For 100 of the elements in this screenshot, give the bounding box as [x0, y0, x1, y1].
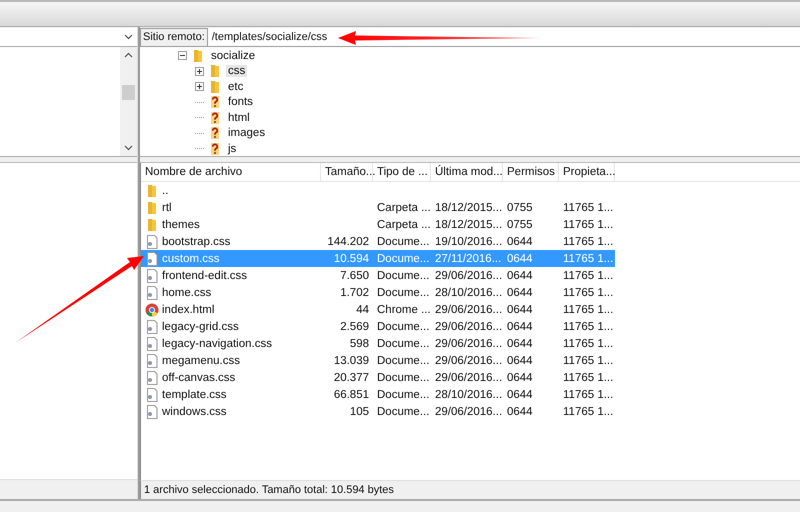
- tree-item[interactable]: html: [226, 112, 252, 124]
- file-icon: [145, 286, 159, 300]
- table-cell: 29/06/2016...: [435, 320, 502, 332]
- table-cell: 0755: [507, 202, 533, 214]
- file-name[interactable]: rtl: [162, 202, 172, 214]
- table-cell: 28/10/2016...: [435, 388, 502, 400]
- file-icon: [145, 370, 159, 384]
- table-cell: Docume...: [377, 338, 430, 350]
- table-cell: 0644: [507, 406, 533, 418]
- column-header[interactable]: Nombre de archivo: [141, 163, 321, 181]
- table-cell: 29/06/2016...: [435, 372, 502, 384]
- table-cell: 11765 1...: [563, 202, 614, 214]
- scrollbar-thumb[interactable]: [122, 85, 135, 100]
- expand-icon[interactable]: [195, 82, 204, 92]
- file-icon: [145, 404, 159, 418]
- file-name[interactable]: themes: [162, 218, 200, 230]
- table-cell: 11765 1...: [563, 406, 614, 418]
- column-header[interactable]: Permisos: [503, 163, 559, 181]
- table-cell: 144.202: [327, 236, 369, 248]
- scrollbar[interactable]: [120, 47, 137, 156]
- table-cell: 0644: [507, 354, 533, 366]
- table-cell: 0644: [507, 270, 533, 282]
- table-cell: Docume...: [377, 354, 430, 366]
- expand-icon[interactable]: [195, 66, 204, 76]
- file-name[interactable]: frontend-edit.css: [162, 270, 248, 282]
- table-cell: 105: [350, 406, 369, 418]
- table-cell: Chrome ...: [377, 304, 431, 316]
- file-name[interactable]: index.html: [162, 304, 214, 316]
- table-cell: 10.594: [334, 252, 369, 264]
- table-cell: 11765 1...: [563, 286, 614, 298]
- table-cell: 11765 1...: [563, 270, 614, 282]
- chevron-down-icon[interactable]: [124, 145, 133, 151]
- file-icon: [145, 268, 159, 282]
- table-cell: 7.650: [340, 270, 369, 282]
- local-path-field[interactable]: [0, 28, 137, 47]
- table-cell: 0644: [507, 320, 533, 332]
- table-cell: 598: [350, 338, 369, 350]
- table-cell: 20.377: [334, 372, 369, 384]
- table-cell: 29/06/2016...: [435, 338, 502, 350]
- question-mark-icon: [208, 142, 222, 156]
- chevron-up-icon[interactable]: [124, 52, 133, 58]
- table-cell: 0644: [507, 304, 533, 316]
- table-cell: 0644: [507, 236, 533, 248]
- column-header[interactable]: Última mod...: [431, 163, 503, 181]
- table-cell: 11765 1...: [563, 338, 614, 350]
- status-text: 1 archivo seleccionado. Tamaño total: 10.594 bytes: [140, 480, 800, 499]
- file-name[interactable]: off-canvas.css: [162, 372, 236, 384]
- table-cell: 0644: [507, 286, 533, 298]
- file-name[interactable]: bootstrap.css: [162, 236, 230, 248]
- table-cell: 28/10/2016...: [435, 286, 502, 298]
- table-cell: 18/12/2015...: [435, 218, 502, 230]
- file-icon: [145, 336, 159, 350]
- file-name[interactable]: windows.css: [162, 406, 227, 418]
- table-cell: 0644: [507, 372, 533, 384]
- table-cell: 11765 1...: [563, 218, 614, 230]
- table-cell: 2.569: [340, 320, 369, 332]
- folder-icon: [208, 80, 222, 94]
- file-name[interactable]: legacy-grid.css: [162, 320, 239, 332]
- table-cell: 44: [356, 304, 369, 316]
- table-cell: Docume...: [377, 388, 430, 400]
- remote-path-field[interactable]: /templates/socialize/css: [208, 28, 800, 47]
- table-cell: 11765 1...: [563, 354, 614, 366]
- chevron-down-icon[interactable]: [124, 34, 133, 40]
- table-cell: 66.851: [334, 388, 369, 400]
- column-header[interactable]: Tipo de ...: [373, 163, 431, 181]
- file-name[interactable]: template.css: [162, 388, 227, 400]
- column-header[interactable]: Tamaño...: [321, 163, 373, 181]
- table-cell: 0644: [507, 252, 533, 264]
- question-mark-icon: [208, 95, 222, 110]
- table-cell: 11765 1...: [563, 236, 614, 248]
- tree-item[interactable]: images: [226, 127, 268, 140]
- tree-item[interactable]: fonts: [226, 96, 255, 108]
- table-cell: Docume...: [377, 252, 430, 264]
- table-cell: 13.039: [334, 354, 369, 366]
- collapse-icon[interactable]: [178, 51, 187, 60]
- folder-icon: [208, 64, 222, 78]
- table-cell: 19/10/2016...: [435, 236, 502, 248]
- tree-item[interactable]: css: [226, 65, 248, 78]
- table-cell: 0644: [507, 338, 533, 350]
- table-cell: Docume...: [377, 372, 430, 384]
- column-header[interactable]: Propieta...: [559, 163, 615, 181]
- file-name[interactable]: megamenu.css: [162, 354, 240, 366]
- tree-item[interactable]: etc: [226, 80, 246, 93]
- tree-item[interactable]: socialize: [209, 50, 258, 62]
- file-icon: [145, 234, 159, 248]
- file-name[interactable]: ..: [162, 184, 168, 196]
- folder-icon: [145, 184, 159, 198]
- file-icon: [145, 252, 159, 266]
- browser-icon: [145, 302, 159, 316]
- file-name[interactable]: home.css: [162, 286, 212, 298]
- table-cell: Carpeta ...: [377, 218, 431, 230]
- remote-site-label: Sitio remoto:: [140, 28, 208, 47]
- table-cell: 11765 1...: [563, 320, 614, 332]
- table-cell: 29/06/2016...: [435, 304, 502, 316]
- table-cell: 0644: [507, 388, 533, 400]
- file-name[interactable]: legacy-navigation.css: [162, 338, 272, 350]
- tree-item[interactable]: js: [226, 142, 238, 155]
- table-cell: Docume...: [377, 320, 430, 332]
- table-cell: 29/06/2016...: [435, 270, 502, 282]
- table-cell: Docume...: [377, 406, 430, 418]
